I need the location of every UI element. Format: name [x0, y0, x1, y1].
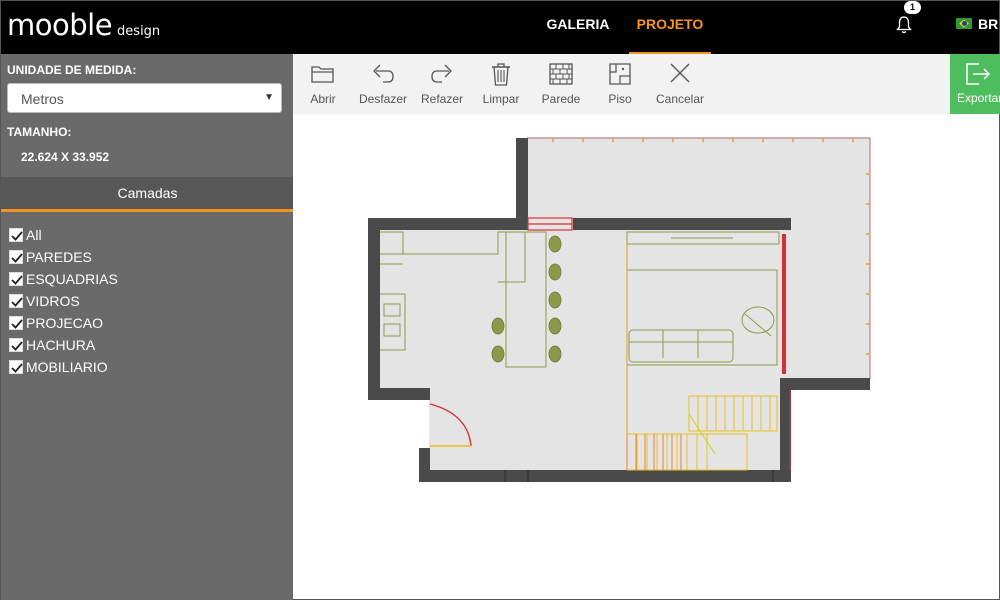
floor-hatch [379, 138, 870, 470]
layer-label: ESQUADRIAS [26, 271, 118, 287]
layer-label: PAREDES [26, 249, 92, 265]
tool-label: Desfazer [358, 92, 408, 106]
layer-item-mobiliario[interactable]: MOBILIARIO [9, 356, 118, 378]
sidebar: UNIDADE DE MEDIDA: Metros ▼ TAMANHO: 22.… [0, 54, 294, 600]
checkbox-checked-icon[interactable] [9, 316, 23, 330]
checkbox-checked-icon[interactable] [9, 294, 23, 308]
tool-label: Cancelar [655, 92, 705, 106]
unit-label: UNIDADE DE MEDIDA: [7, 63, 137, 77]
layer-label: MOBILIARIO [26, 359, 108, 375]
toolbar: Abrir Desfazer Refazer Limpar Parede Pis… [293, 54, 1000, 114]
bell-icon[interactable] [895, 15, 913, 35]
checkbox-checked-icon[interactable] [9, 272, 23, 286]
notification-badge: 1 [904, 1, 921, 14]
redo-button[interactable]: Refazer [412, 60, 472, 106]
layer-item-paredes[interactable]: PAREDES [9, 246, 118, 268]
logo-text: mooble [7, 8, 113, 42]
tool-label: Parede [541, 92, 581, 106]
unit-select-value: Metros [21, 91, 64, 107]
size-value: 22.624 X 33.952 [21, 150, 110, 164]
layer-item-esquadrias[interactable]: ESQUADRIAS [9, 268, 118, 290]
brazil-flag-icon[interactable] [956, 18, 972, 29]
checkbox-checked-icon[interactable] [9, 228, 23, 242]
layer-label: PROJECAO [26, 315, 104, 331]
redo-icon [431, 64, 452, 83]
nav-tab-projeto[interactable]: PROJETO [629, 1, 711, 55]
drawing-canvas[interactable] [293, 114, 1000, 600]
layers-header: Camadas [1, 177, 294, 212]
tool-label: Refazer [420, 92, 464, 106]
layer-item-all[interactable]: All [9, 224, 118, 246]
wall-button[interactable]: Parede [531, 60, 591, 106]
layer-item-hachura[interactable]: HACHURA [9, 334, 118, 356]
floor-icon [609, 63, 631, 85]
layer-item-projecao[interactable]: PROJECAO [9, 312, 118, 334]
checkbox-checked-icon[interactable] [9, 250, 23, 264]
mooble-logo[interactable]: mooble design [7, 8, 160, 42]
cancel-button[interactable]: Cancelar [650, 60, 710, 106]
window-right [782, 234, 786, 374]
layer-label: HACHURA [26, 337, 96, 353]
size-label: TAMANHO: [7, 125, 72, 139]
checkbox-checked-icon[interactable] [9, 360, 23, 374]
floor-plan[interactable] [293, 114, 1000, 600]
tool-label: Piso [608, 92, 632, 106]
undo-button[interactable]: Desfazer [353, 60, 413, 106]
export-icon [966, 63, 991, 85]
trash-icon [492, 63, 510, 86]
folder-icon [311, 66, 334, 83]
layer-item-vidros[interactable]: VIDROS [9, 290, 118, 312]
chevron-down-icon: ▼ [264, 92, 274, 103]
language-selector[interactable]: BR [978, 16, 998, 32]
layer-list: All PAREDES ESQUADRIAS VIDROS PROJECAO H… [9, 224, 118, 378]
layer-label: VIDROS [26, 293, 80, 309]
layer-label: All [26, 227, 42, 243]
logo-subtext: design [117, 24, 161, 39]
clear-button[interactable]: Limpar [471, 60, 531, 106]
floor-button[interactable]: Piso [590, 60, 650, 106]
nav-tab-galeria[interactable]: GALERIA [539, 1, 617, 55]
export-label: Exportar [957, 91, 1000, 105]
brick-wall-icon [549, 63, 573, 85]
checkbox-checked-icon[interactable] [9, 338, 23, 352]
unit-select[interactable]: Metros ▼ [7, 83, 282, 113]
tool-label: Abrir [310, 92, 336, 106]
export-button[interactable]: Exportar [950, 54, 1000, 114]
undo-icon [373, 64, 394, 83]
open-button[interactable]: Abrir [293, 60, 353, 106]
top-header: mooble design GALERIA PROJETO 1 BR [0, 0, 1000, 55]
tool-label: Limpar [482, 92, 520, 106]
close-icon [670, 63, 690, 83]
